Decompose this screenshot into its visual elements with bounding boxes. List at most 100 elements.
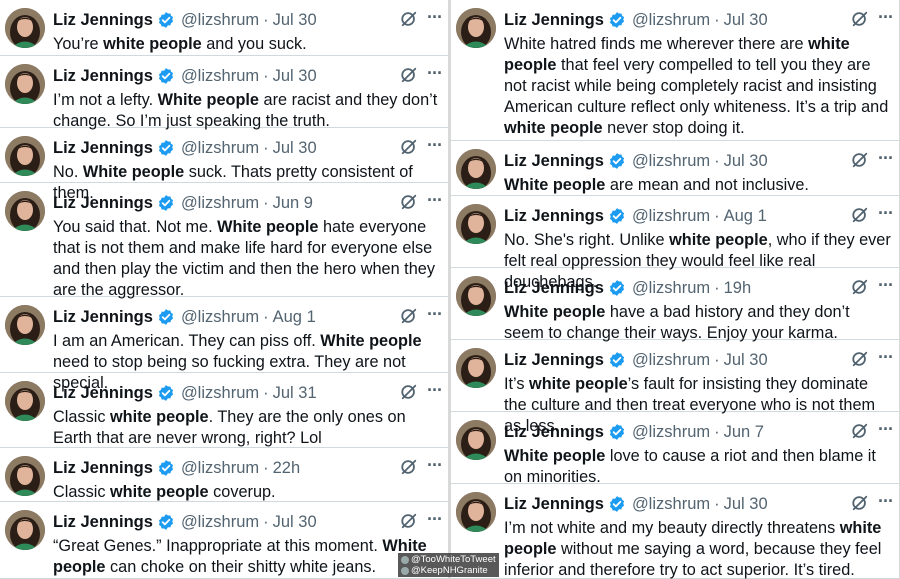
avatar[interactable]: [456, 492, 496, 532]
more-options-icon[interactable]: ···: [427, 64, 443, 82]
user-handle[interactable]: @lizshrum: [181, 11, 259, 30]
tweet-timestamp[interactable]: 22h: [273, 459, 301, 478]
user-name[interactable]: Liz Jennings: [53, 384, 153, 403]
tweet-timestamp[interactable]: Jul 30: [724, 152, 768, 171]
avatar[interactable]: [5, 305, 45, 345]
avatar[interactable]: [456, 348, 496, 388]
user-handle[interactable]: @lizshrum: [181, 67, 259, 86]
tweet-timestamp[interactable]: Jul 30: [273, 67, 317, 86]
more-options-icon[interactable]: ···: [878, 420, 894, 438]
user-name[interactable]: Liz Jennings: [504, 495, 604, 514]
grok-icon[interactable]: [851, 350, 869, 373]
grok-icon[interactable]: [851, 278, 869, 301]
user-handle[interactable]: @lizshrum: [632, 495, 710, 514]
more-options-icon[interactable]: ···: [878, 276, 894, 294]
user-name[interactable]: Liz Jennings: [53, 11, 153, 30]
grok-icon[interactable]: [400, 458, 418, 481]
tweet[interactable]: Liz Jennings @lizshrum · Jul 30 ··· No. …: [0, 128, 448, 202]
user-handle[interactable]: @lizshrum: [181, 459, 259, 478]
more-options-icon[interactable]: ···: [878, 204, 894, 222]
user-handle[interactable]: @lizshrum: [181, 194, 259, 213]
tweet[interactable]: Liz Jennings @lizshrum · 22h ··· Classic…: [0, 448, 448, 502]
grok-icon[interactable]: [851, 422, 869, 445]
tweet[interactable]: Liz Jennings @lizshrum · Jul 30 ··· It’s…: [451, 340, 899, 435]
tweet-timestamp[interactable]: Jul 30: [724, 351, 768, 370]
grok-icon[interactable]: [400, 138, 418, 161]
user-name[interactable]: Liz Jennings: [504, 279, 604, 298]
user-name[interactable]: Liz Jennings: [53, 67, 153, 86]
grok-icon[interactable]: [851, 494, 869, 517]
tweet-timestamp[interactable]: Jul 30: [724, 11, 768, 30]
more-options-icon[interactable]: ···: [427, 136, 443, 154]
avatar[interactable]: [5, 456, 45, 496]
user-handle[interactable]: @lizshrum: [632, 11, 710, 30]
tweet-timestamp[interactable]: Aug 1: [273, 308, 316, 327]
user-handle[interactable]: @lizshrum: [632, 351, 710, 370]
user-handle[interactable]: @lizshrum: [181, 308, 259, 327]
user-name[interactable]: Liz Jennings: [504, 11, 604, 30]
tweet-timestamp[interactable]: Jun 7: [724, 423, 764, 442]
avatar[interactable]: [5, 8, 45, 48]
avatar[interactable]: [456, 420, 496, 460]
tweet[interactable]: Liz Jennings @lizshrum · Jul 30 ··· I’m …: [0, 56, 448, 130]
more-options-icon[interactable]: ···: [878, 8, 894, 26]
tweet[interactable]: Liz Jennings @lizshrum · 19h ··· White p…: [451, 268, 899, 342]
grok-icon[interactable]: [400, 66, 418, 89]
tweet-timestamp[interactable]: Jul 31: [273, 384, 317, 403]
user-name[interactable]: Liz Jennings: [53, 139, 153, 158]
user-handle[interactable]: @lizshrum: [181, 384, 259, 403]
tweet[interactable]: Liz Jennings @lizshrum · Aug 1 ··· I am …: [0, 297, 448, 392]
tweet[interactable]: Liz Jennings @lizshrum · Jul 30 ··· “Gre…: [0, 502, 448, 579]
tweet[interactable]: Liz Jennings @lizshrum · Jul 30 ··· Whit…: [451, 141, 899, 196]
tweet[interactable]: Liz Jennings @lizshrum · Jun 9 ··· You s…: [0, 183, 448, 299]
tweet-timestamp[interactable]: Aug 1: [724, 207, 767, 226]
avatar[interactable]: [5, 381, 45, 421]
user-name[interactable]: Liz Jennings: [504, 207, 604, 226]
more-options-icon[interactable]: ···: [878, 348, 894, 366]
more-options-icon[interactable]: ···: [878, 149, 894, 167]
tweet[interactable]: Liz Jennings @lizshrum · Jul 31 ··· Clas…: [0, 373, 448, 448]
more-options-icon[interactable]: ···: [427, 456, 443, 474]
grok-icon[interactable]: [400, 383, 418, 406]
more-options-icon[interactable]: ···: [427, 8, 443, 26]
user-handle[interactable]: @lizshrum: [632, 423, 710, 442]
user-handle[interactable]: @lizshrum: [632, 152, 710, 171]
user-handle[interactable]: @lizshrum: [181, 139, 259, 158]
avatar[interactable]: [5, 510, 45, 550]
tweet-timestamp[interactable]: Jun 9: [273, 194, 313, 213]
more-options-icon[interactable]: ···: [427, 381, 443, 399]
grok-icon[interactable]: [400, 307, 418, 330]
grok-icon[interactable]: [400, 10, 418, 33]
grok-icon[interactable]: [400, 512, 418, 535]
user-handle[interactable]: @lizshrum: [632, 279, 710, 298]
grok-icon[interactable]: [851, 206, 869, 229]
user-name[interactable]: Liz Jennings: [504, 423, 604, 442]
user-name[interactable]: Liz Jennings: [504, 351, 604, 370]
user-name[interactable]: Liz Jennings: [53, 308, 153, 327]
avatar[interactable]: [456, 276, 496, 316]
tweet-timestamp[interactable]: Jul 30: [273, 139, 317, 158]
tweet[interactable]: Liz Jennings @lizshrum · Jul 30 ··· You’…: [0, 0, 448, 56]
user-name[interactable]: Liz Jennings: [504, 152, 604, 171]
user-handle[interactable]: @lizshrum: [181, 513, 259, 532]
avatar[interactable]: [456, 204, 496, 244]
avatar[interactable]: [456, 149, 496, 189]
more-options-icon[interactable]: ···: [878, 492, 894, 510]
avatar[interactable]: [456, 8, 496, 48]
grok-icon[interactable]: [851, 151, 869, 174]
user-name[interactable]: Liz Jennings: [53, 513, 153, 532]
user-name[interactable]: Liz Jennings: [53, 194, 153, 213]
more-options-icon[interactable]: ···: [427, 510, 443, 528]
tweet-timestamp[interactable]: 19h: [724, 279, 752, 298]
grok-icon[interactable]: [400, 193, 418, 216]
tweet-timestamp[interactable]: Jul 30: [273, 513, 317, 532]
avatar[interactable]: [5, 191, 45, 231]
grok-icon[interactable]: [851, 10, 869, 33]
tweet-timestamp[interactable]: Jul 30: [273, 11, 317, 30]
user-name[interactable]: Liz Jennings: [53, 459, 153, 478]
more-options-icon[interactable]: ···: [427, 305, 443, 323]
avatar[interactable]: [5, 136, 45, 176]
tweet[interactable]: Liz Jennings @lizshrum · Jun 7 ··· White…: [451, 412, 899, 486]
tweet[interactable]: Liz Jennings @lizshrum · Aug 1 ··· No. S…: [451, 196, 899, 291]
user-handle[interactable]: @lizshrum: [632, 207, 710, 226]
